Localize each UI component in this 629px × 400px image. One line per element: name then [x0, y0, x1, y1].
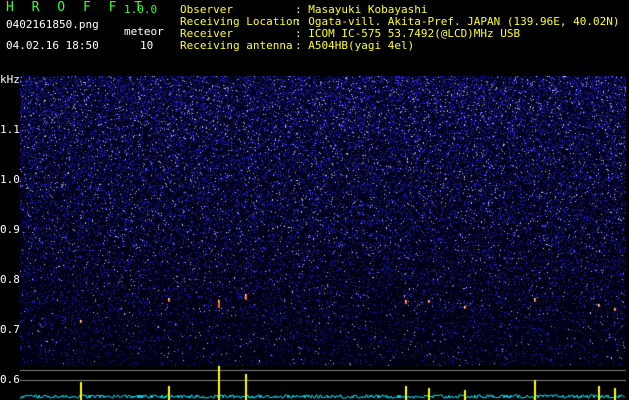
freq-label: 0.8 — [0, 273, 20, 286]
freq-label: 0.9 — [0, 223, 20, 236]
file-name: 0402161850.png — [6, 18, 99, 31]
file-datetime: 04.02.16 18:50 — [6, 39, 99, 52]
spectrogram-canvas — [20, 76, 626, 366]
antenna-label: Receiving antenna — [180, 39, 293, 52]
freq-unit-label: kHz — [0, 73, 20, 86]
app-version: 1.0.0 — [124, 3, 158, 16]
freq-label: 0.7 — [0, 323, 20, 336]
freq-label: 1.1 — [0, 123, 20, 136]
signal-level-panel — [20, 366, 626, 400]
freq-label: 1.0 — [0, 173, 20, 186]
spectrogram-display — [20, 76, 626, 366]
meteor-label: meteor — [124, 25, 164, 38]
freq-label: 0.6 — [0, 373, 20, 386]
meteor-count: 10 — [140, 39, 154, 52]
antenna-value: : A504HB(yagi 4el) — [295, 39, 415, 52]
signal-level-canvas — [20, 366, 626, 400]
